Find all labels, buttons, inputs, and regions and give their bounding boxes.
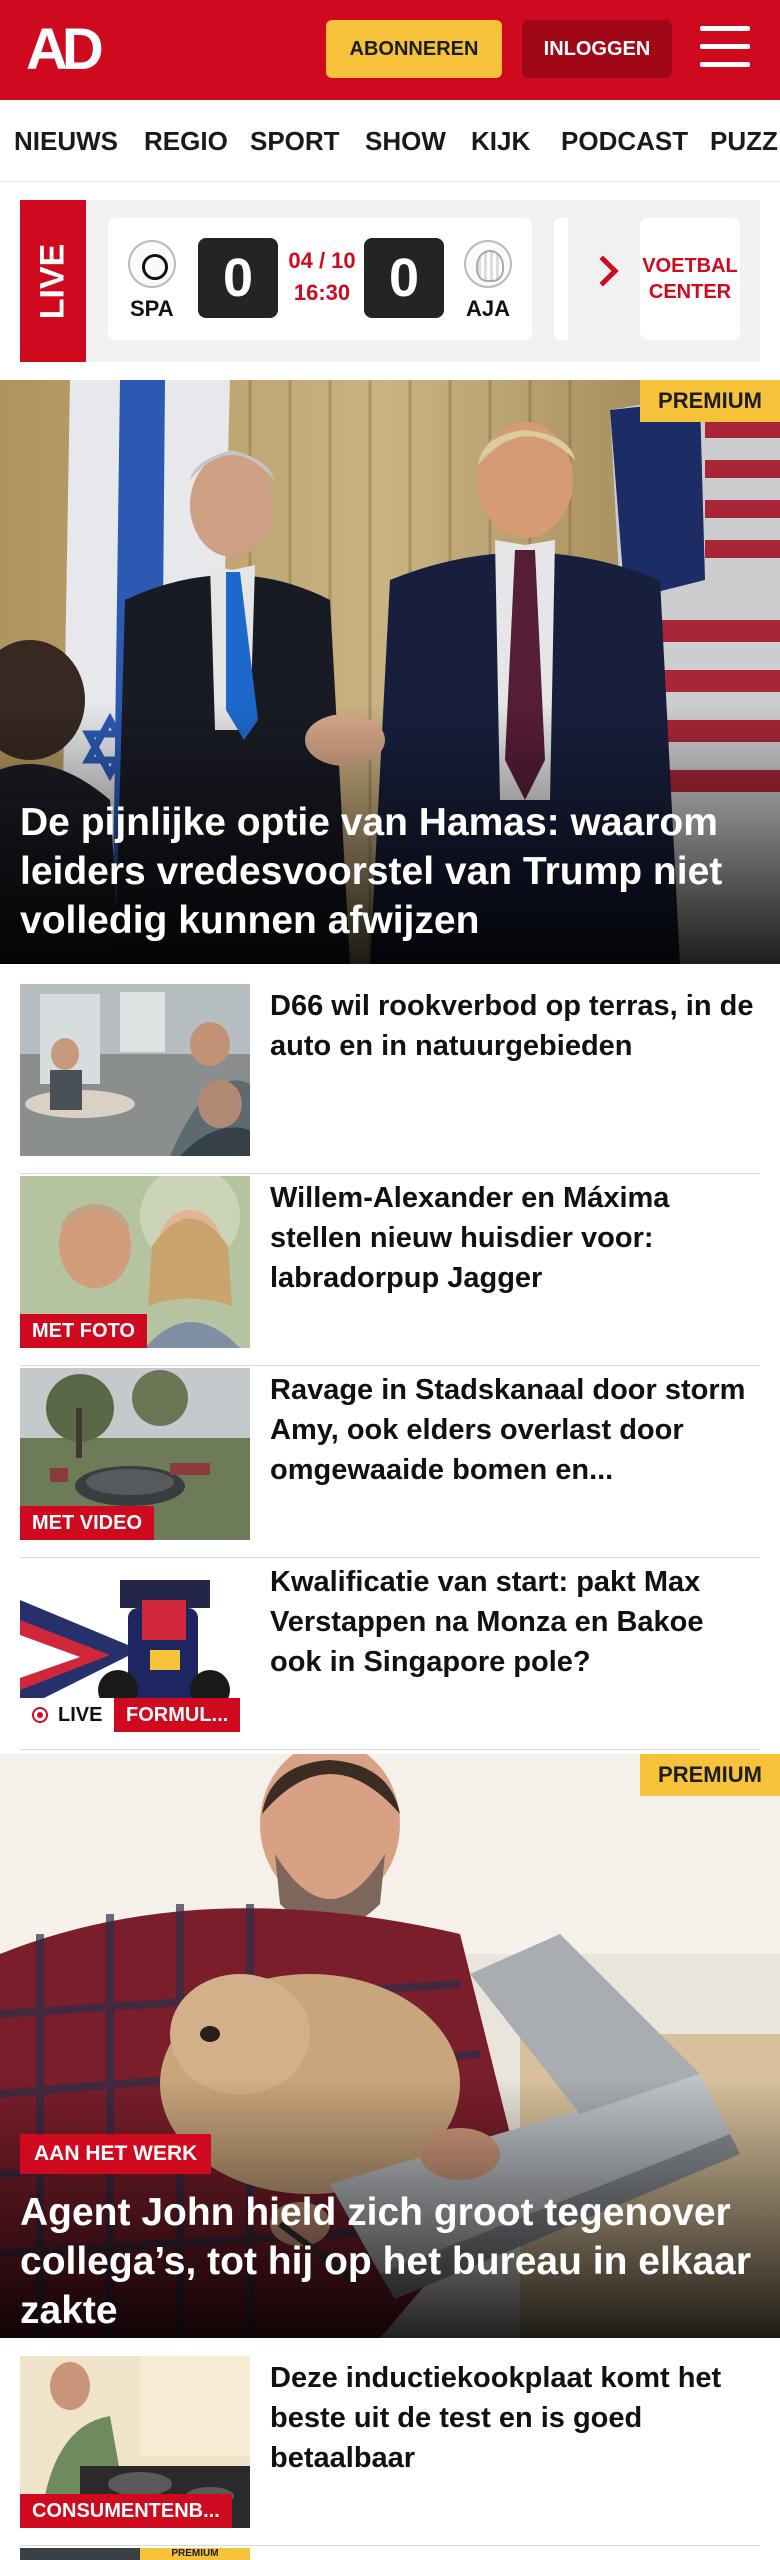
list-item[interactable]: D66 wil rookverbod op terras, in de auto… bbox=[20, 984, 760, 1174]
article-thumbnail: MET VIDEO bbox=[20, 1368, 250, 1540]
article-badge: MET VIDEO bbox=[20, 1506, 155, 1540]
article-badge: MET FOTO bbox=[20, 1314, 147, 1348]
article-badge: FORMUL... bbox=[114, 1698, 241, 1732]
feature-headline[interactable]: Agent John hield zich groot tegenover co… bbox=[20, 2188, 760, 2335]
article-thumbnail: PREMIUM bbox=[20, 2548, 250, 2560]
menu-icon[interactable] bbox=[700, 26, 752, 72]
next-match-card-peek[interactable] bbox=[554, 218, 568, 340]
away-team-name: AJA bbox=[466, 296, 511, 321]
match-date: 04 / 10 bbox=[288, 248, 356, 273]
nav-item-podcast[interactable]: PODCAST bbox=[561, 126, 688, 157]
live-dot-icon bbox=[32, 1707, 48, 1723]
nav-item-kijk[interactable]: KIJK bbox=[471, 126, 530, 157]
article-headline[interactable]: Kwalificatie van start: pakt Max Verstap… bbox=[270, 1562, 760, 1682]
ad-logo[interactable]: AD bbox=[26, 21, 104, 79]
live-scores-widget: LIVE SPA 0 04 / 10 16:30 0 AJA VOETBAL C… bbox=[0, 182, 780, 374]
live-indicator-label: LIVE bbox=[58, 1703, 103, 1726]
nav-item-nieuws[interactable]: NIEUWS bbox=[14, 126, 118, 157]
home-team-name: SPA bbox=[130, 296, 174, 321]
nav-item-regio[interactable]: REGIO bbox=[144, 126, 228, 157]
article-headline[interactable]: Willem-Alexander en Máxima stellen nieuw… bbox=[270, 1178, 760, 1298]
article-thumbnail: MET FOTO bbox=[20, 1176, 250, 1348]
subscribe-button[interactable]: ABONNEREN bbox=[326, 20, 502, 78]
premium-badge: PREMIUM bbox=[640, 1754, 780, 1796]
match-time: 16:30 bbox=[293, 280, 351, 305]
article-badge: CONSUMENTENB... bbox=[20, 2494, 232, 2528]
feature-article[interactable]: PREMIUM AAN HET WERK Agent John hield zi… bbox=[0, 1754, 780, 2338]
article-thumbnail bbox=[20, 984, 250, 1156]
site-header: AD ABONNEREN INLOGGEN bbox=[0, 0, 780, 100]
category-badge: AAN HET WERK bbox=[20, 2134, 212, 2174]
live-indicator: LIVE bbox=[20, 1698, 114, 1732]
list-item[interactable]: PREMIUM bbox=[20, 2548, 760, 2560]
article-headline[interactable]: Ravage in Stadskanaal door storm Amy, oo… bbox=[270, 1370, 760, 1490]
list-item[interactable]: CONSUMENTENB... Deze inductiekookplaat k… bbox=[20, 2356, 760, 2546]
home-team-crest-icon bbox=[128, 240, 176, 288]
login-button[interactable]: INLOGGEN bbox=[522, 20, 672, 78]
list-item[interactable]: LIVE FORMUL... Kwalificatie van start: p… bbox=[20, 1560, 760, 1750]
hero-headline[interactable]: De pijnlijke optie van Hamas: waarom lei… bbox=[20, 798, 760, 945]
article-thumbnail: CONSUMENTENB... bbox=[20, 2356, 250, 2528]
section-nav: NIEUWS REGIO SPORT SHOW KIJK PODCAST PUZ… bbox=[0, 100, 780, 182]
football-center-link[interactable]: VOETBAL CENTER bbox=[640, 218, 740, 340]
article-thumbnail: LIVE FORMUL... bbox=[20, 1560, 250, 1732]
match-card[interactable]: SPA 0 04 / 10 16:30 0 AJA bbox=[108, 218, 532, 340]
list-item[interactable]: MET FOTO Willem-Alexander en Máxima stel… bbox=[20, 1176, 760, 1366]
away-team-crest-icon bbox=[464, 240, 512, 288]
nav-item-puzzel[interactable]: PUZZ bbox=[710, 126, 778, 157]
premium-badge: PREMIUM bbox=[640, 380, 780, 422]
nav-item-sport[interactable]: SPORT bbox=[250, 126, 340, 157]
hero-article[interactable]: PREMIUM De pijnlijke optie van Hamas: wa… bbox=[0, 380, 780, 964]
article-headline[interactable]: D66 wil rookverbod op terras, in de auto… bbox=[270, 986, 760, 1066]
premium-badge: PREMIUM bbox=[140, 2548, 250, 2560]
nav-item-show[interactable]: SHOW bbox=[365, 126, 446, 157]
home-score: 0 bbox=[198, 238, 278, 318]
list-item[interactable]: MET VIDEO Ravage in Stadskanaal door sto… bbox=[20, 1368, 760, 1558]
away-score: 0 bbox=[364, 238, 444, 318]
live-label: LIVE bbox=[20, 200, 86, 362]
article-headline[interactable]: Deze inductiekookplaat komt het beste ui… bbox=[270, 2358, 760, 2478]
